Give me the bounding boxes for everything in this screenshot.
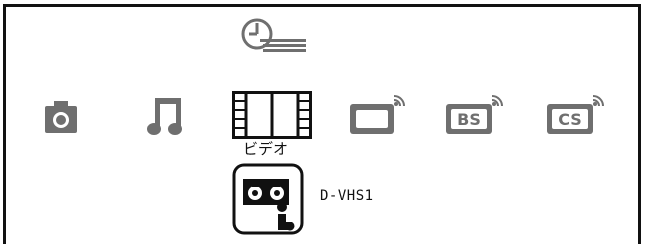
cs-tv-icon[interactable]: CS xyxy=(547,94,605,136)
category-label-video: ビデオ xyxy=(243,140,289,158)
cs-badge-text: CS xyxy=(558,110,582,129)
camera-icon[interactable] xyxy=(45,99,77,135)
menu-frame xyxy=(3,4,641,244)
device-label: D-VHS1 xyxy=(320,188,374,204)
vhs-deck-icon[interactable] xyxy=(232,163,304,235)
timer-list-icon[interactable] xyxy=(237,16,309,56)
tv-icon[interactable] xyxy=(350,94,406,136)
bs-tv-icon[interactable]: BS xyxy=(446,94,504,136)
film-strip-icon[interactable] xyxy=(232,91,312,139)
music-note-icon[interactable] xyxy=(147,96,183,136)
bs-badge-text: BS xyxy=(457,110,481,129)
